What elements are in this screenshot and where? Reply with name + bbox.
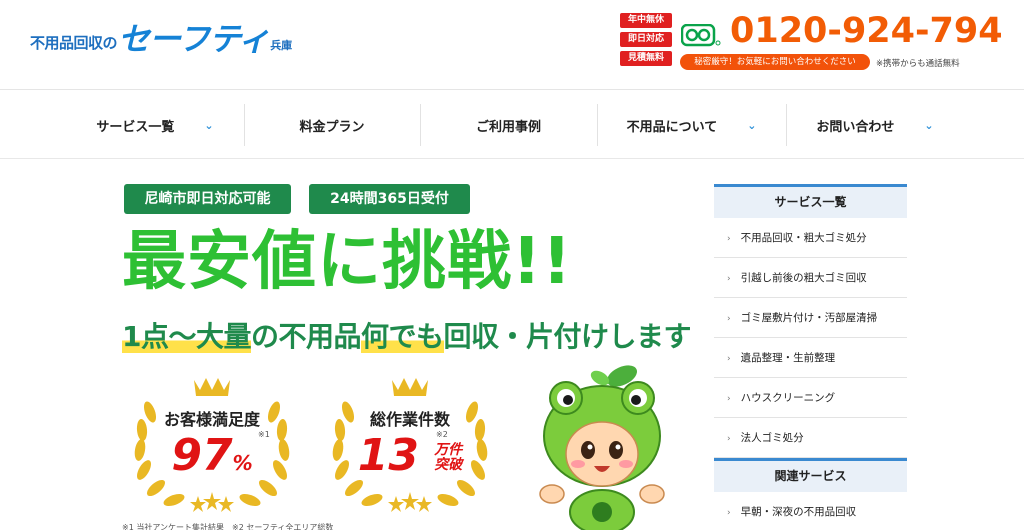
award-unit-line1: 万件 (434, 442, 463, 458)
logo-suffix: 兵庫 (270, 39, 293, 52)
nav-item-about-items[interactable]: 不用品について ⌄ (597, 103, 786, 147)
sidebar-item-label: 法人ゴミ処分 (740, 432, 804, 444)
logo-brand: セーフティ (118, 20, 270, 58)
award-footnote: ※1 当社アンケート集計結果 ※2 セーフティ全エリア総数 (122, 523, 334, 530)
chevron-down-icon: ⌄ (204, 118, 214, 132)
sidebar-item-moving-waste[interactable]: › 引越し前後の粗大ゴミ回収 (714, 258, 907, 298)
nav-label: ご利用事例 (475, 119, 541, 135)
sidebar-title-related: 関連サービス (714, 458, 907, 492)
chevron-right-icon: › (727, 508, 731, 518)
tag-24h-365d: 24時間365日受付 (309, 184, 470, 214)
site-logo[interactable]: 不用品回収の セーフティ 兵庫 (30, 22, 292, 56)
chevron-right-icon: › (727, 394, 731, 404)
phone-number[interactable]: 0120-924-794 (730, 10, 1003, 52)
sidebar-item-label: ゴミ屋敷片付け・汚部屋清掃 (740, 312, 878, 324)
hero-headline: 最安値に挑戦!! (122, 225, 573, 299)
award-unit-line2: 突破 (434, 457, 463, 473)
award-value: 13 万件 突破 (320, 428, 500, 484)
chevron-right-icon: › (727, 234, 731, 244)
logo-prefix: 不用品回収の (30, 34, 118, 52)
award-satisfaction: お客様満足度 97% ※1 (122, 372, 302, 522)
award-number: 97 (171, 430, 233, 481)
nav-label: お問い合わせ (816, 119, 895, 135)
nav-item-cases[interactable]: ご利用事例 (420, 103, 597, 147)
award-note: ※2 (436, 430, 448, 439)
frog-mascot-icon (539, 365, 665, 530)
nav-label: 料金プラン (299, 119, 365, 135)
badge-open-all-year: 年中無休 (620, 13, 672, 28)
sidebar-title: サービス一覧 (714, 184, 907, 218)
sidebar-item-label: 早朝・深夜の不用品回収 (740, 506, 857, 518)
nav-label: サービス一覧 (96, 119, 175, 135)
sidebar-item-hoarder-cleanup[interactable]: › ゴミ屋敷片付け・汚部屋清掃 (714, 298, 907, 338)
sidebar-item-estate-cleanup[interactable]: › 遺品整理・生前整理 (714, 338, 907, 378)
badge-same-day: 即日対応 (620, 32, 672, 47)
award-unit: % (232, 451, 253, 475)
sidebar-item-corporate-waste[interactable]: › 法人ゴミ処分 (714, 418, 907, 458)
contact-pill: 秘密厳守！お気軽にお問い合わせください (680, 54, 870, 70)
sidebar-item-label: ハウスクリーニング (740, 392, 836, 404)
nav-item-services[interactable]: サービス一覧 ⌄ (66, 103, 244, 147)
sub-text: 回収・片付けします (443, 320, 692, 353)
sidebar: サービス一覧 › 不用品回収・粗大ゴミ処分 › 引越し前後の粗大ゴミ回収 › ゴミ屋敷… (714, 184, 907, 530)
sub-highlight-quantity: 1点〜大量 (122, 320, 251, 353)
award-note: ※1 (258, 430, 270, 439)
nav-item-pricing[interactable]: 料金プラン (244, 103, 420, 147)
service-badges: 年中無休 即日対応 見積無料 (620, 13, 672, 70)
chevron-right-icon: › (727, 354, 731, 364)
sidebar-item-label: 引越し前後の粗大ゴミ回収 (740, 272, 867, 284)
site-header: 不用品回収の セーフティ 兵庫 年中無休 即日対応 見積無料 0120-924-… (0, 0, 1024, 90)
sidebar-item-house-cleaning[interactable]: › ハウスクリーニング (714, 378, 907, 418)
chevron-right-icon: › (727, 434, 731, 444)
chevron-down-icon: ⌄ (747, 118, 757, 132)
award-total-jobs: 総作業件数 13 万件 突破 ※2 (320, 372, 500, 522)
sidebar-item-label: 遺品整理・生前整理 (740, 352, 836, 364)
nav-item-contact[interactable]: お問い合わせ ⌄ (786, 103, 964, 147)
badge-free-estimate: 見積無料 (620, 51, 672, 66)
hero-subheadline: 1点〜大量の不用品何でも回収・片付けします (122, 318, 692, 356)
chevron-down-icon: ⌄ (924, 118, 934, 132)
sidebar-item-label: 不用品回収・粗大ゴミ処分 (740, 232, 867, 244)
sub-text: の不用品 (250, 320, 362, 353)
chevron-right-icon: › (727, 314, 731, 324)
award-value: 97% (122, 428, 302, 491)
award-unit: 万件 突破 (434, 443, 462, 473)
sidebar-item-junk-removal[interactable]: › 不用品回収・粗大ゴミ処分 (714, 218, 907, 258)
sidebar-item-early-late[interactable]: › 早朝・深夜の不用品回収 (714, 492, 907, 530)
award-title: お客様満足度 (163, 410, 260, 429)
nav-label: 不用品について (626, 119, 718, 135)
sub-highlight-anything: 何でも (361, 320, 444, 353)
mobile-note: ※携帯からも通話無料 (876, 59, 960, 69)
award-number: 13 (357, 430, 419, 481)
tag-same-day-area: 尼崎市即日対応可能 (124, 184, 291, 214)
freedial-icon (681, 24, 721, 47)
award-title: 総作業件数 (369, 410, 450, 429)
global-nav: サービス一覧 ⌄ 料金プラン ご利用事例 不用品について ⌄ お問い合わせ ⌄ (0, 91, 1024, 159)
chevron-right-icon: › (727, 274, 731, 284)
